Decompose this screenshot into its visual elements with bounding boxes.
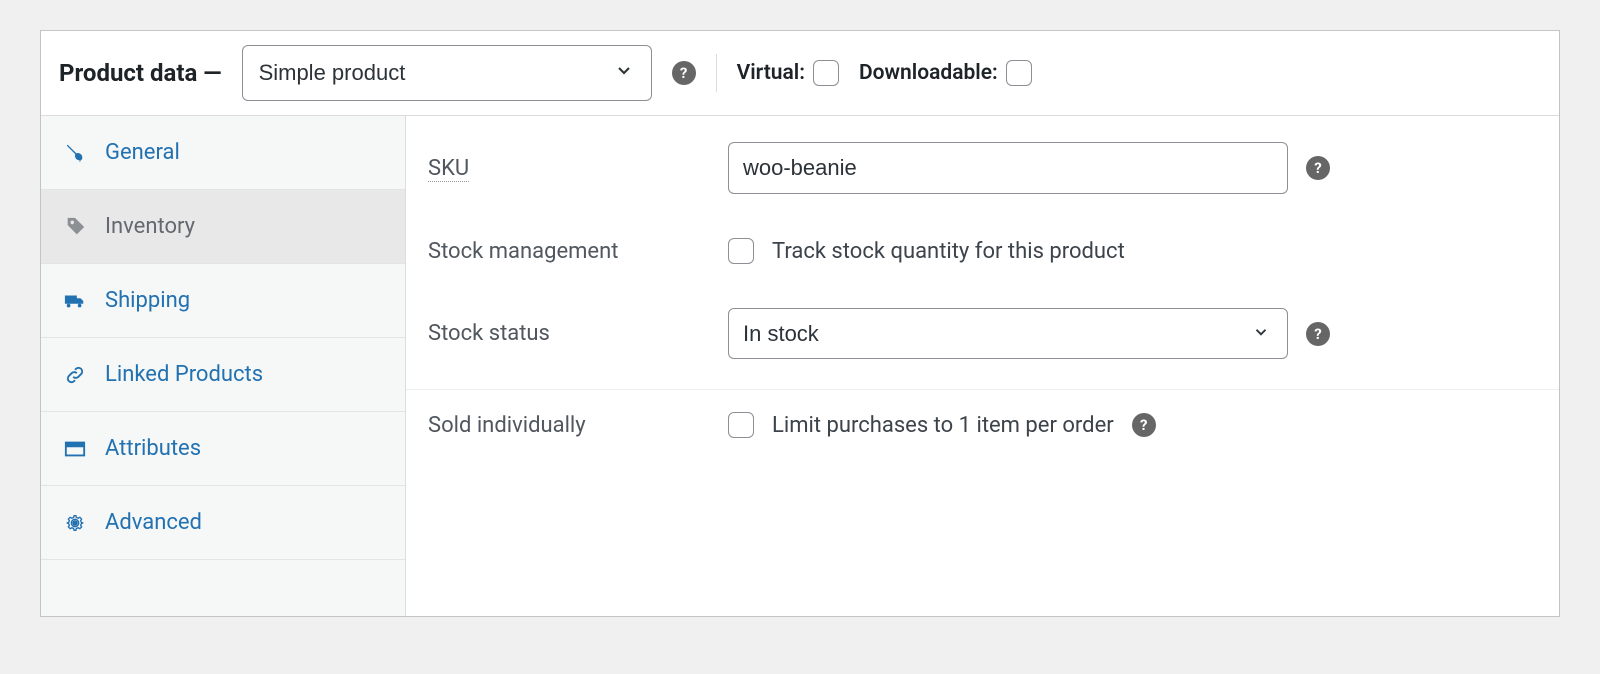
stock-management-desc: Track stock quantity for this product — [772, 239, 1125, 264]
tab-advanced: Advanced — [41, 486, 405, 560]
virtual-checkbox[interactable] — [813, 60, 839, 86]
product-data-panel: Product data — Simple product ? Virtual:… — [40, 30, 1560, 617]
link-icon — [63, 363, 87, 387]
tab-attributes: Attributes — [41, 412, 405, 486]
tab-label: Linked Products — [105, 362, 263, 387]
downloadable-toggle[interactable]: Downloadable: — [859, 60, 1032, 86]
product-type-select[interactable]: Simple product — [242, 45, 652, 101]
panel-header: Product data — Simple product ? Virtual:… — [41, 31, 1559, 116]
sold-individually-checkbox[interactable] — [728, 412, 754, 438]
product-type-select-wrap: Simple product — [242, 45, 652, 101]
tab-label: Inventory — [105, 214, 195, 239]
tab-label: Attributes — [105, 436, 201, 461]
help-icon[interactable]: ? — [1306, 322, 1330, 346]
sold-individually-label: Sold individually — [428, 413, 728, 438]
stock-management-row: Stock management Track stock quantity fo… — [406, 216, 1559, 286]
downloadable-checkbox[interactable] — [1006, 60, 1032, 86]
panel-title: Product data — — [59, 59, 222, 87]
tab-inventory: Inventory — [41, 190, 405, 264]
stock-status-row: Stock status In stock ? — [406, 286, 1559, 390]
virtual-label: Virtual: — [737, 61, 805, 85]
downloadable-label: Downloadable: — [859, 61, 998, 85]
sku-input[interactable] — [728, 142, 1288, 194]
sku-label: SKU — [428, 156, 728, 181]
help-icon[interactable]: ? — [1132, 413, 1156, 437]
sku-row: SKU ? — [406, 120, 1559, 216]
divider — [716, 54, 717, 92]
tab-label: Advanced — [105, 510, 202, 535]
panel-body: General Inventory — [41, 116, 1559, 616]
help-icon[interactable]: ? — [672, 61, 696, 85]
gear-icon — [63, 511, 87, 535]
tab-general: General — [41, 116, 405, 190]
virtual-toggle[interactable]: Virtual: — [737, 60, 839, 86]
truck-icon — [63, 289, 87, 313]
help-icon[interactable]: ? — [1306, 156, 1330, 180]
tag-icon — [63, 215, 87, 239]
tab-label: Shipping — [105, 288, 190, 313]
wrench-icon — [63, 141, 87, 165]
tab-label: General — [105, 140, 180, 165]
stock-status-select[interactable]: In stock — [728, 308, 1288, 359]
tab-shipping: Shipping — [41, 264, 405, 338]
card-icon — [63, 437, 87, 461]
product-tabs: General Inventory — [41, 116, 406, 616]
stock-management-label: Stock management — [428, 239, 728, 264]
sold-individually-row: Sold individually Limit purchases to 1 i… — [406, 390, 1559, 460]
sold-individually-desc: Limit purchases to 1 item per order — [772, 413, 1114, 438]
stock-status-label: Stock status — [428, 321, 728, 346]
inventory-fields: SKU ? Stock management Track stock quant… — [406, 116, 1559, 616]
tab-linked-products: Linked Products — [41, 338, 405, 412]
stock-management-checkbox[interactable] — [728, 238, 754, 264]
